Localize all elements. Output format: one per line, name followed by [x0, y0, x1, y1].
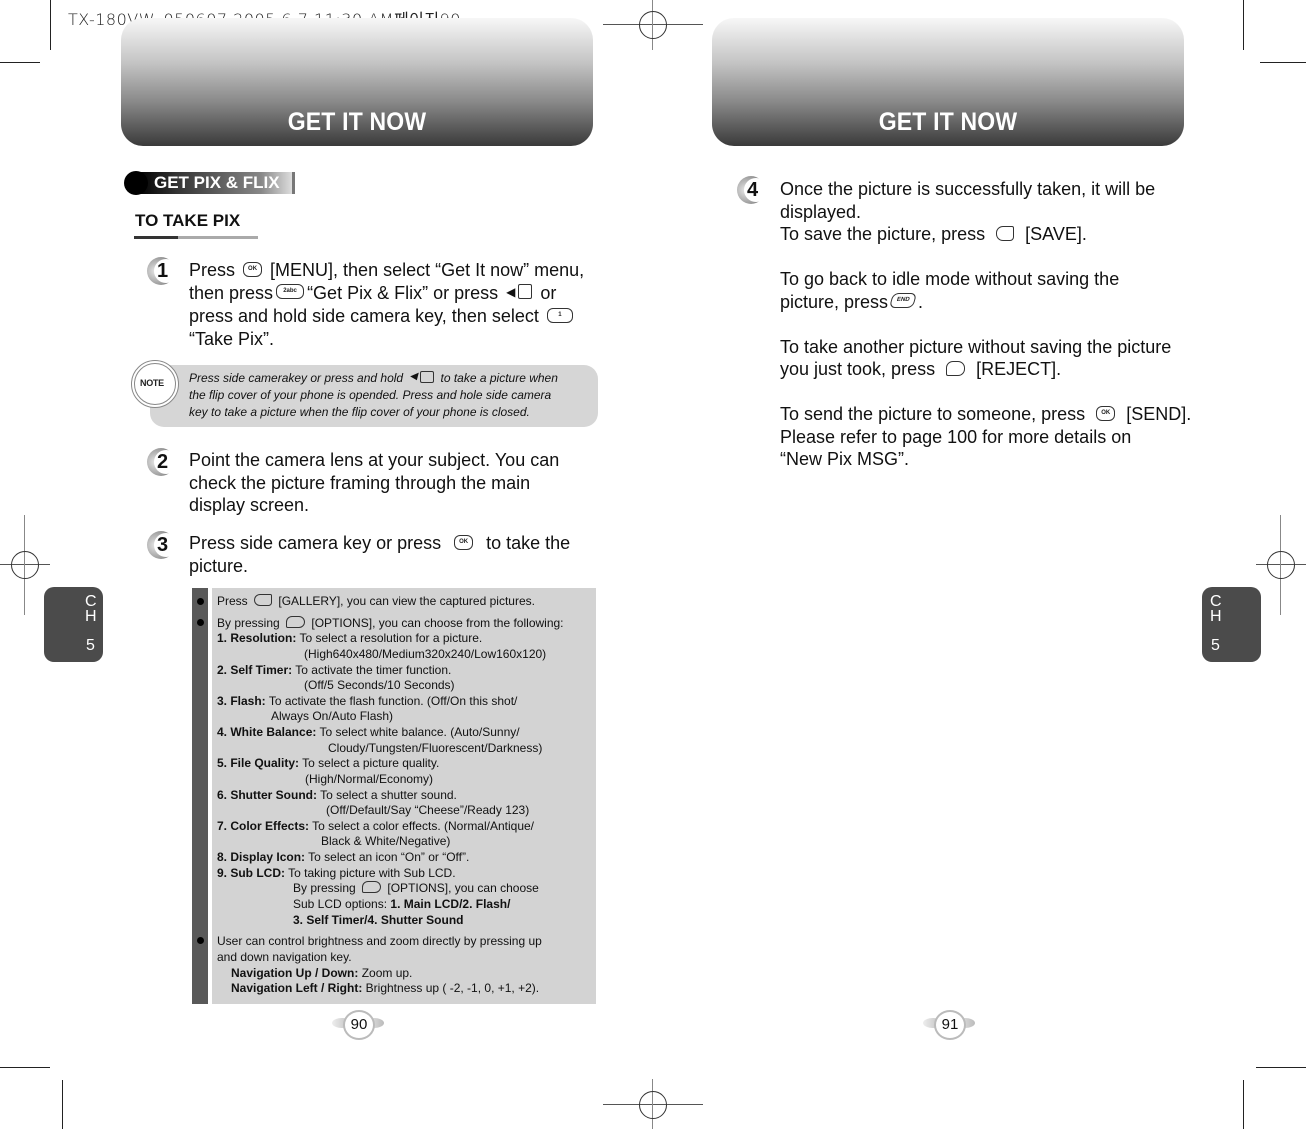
- step-3-number: 3: [147, 531, 178, 559]
- end-key-icon: END: [889, 293, 918, 309]
- option-display-icon: 8. Display Icon: To select an icon “On” …: [217, 850, 470, 864]
- subsection-underline: [134, 236, 258, 239]
- section-heading: GET PIX & FLIX: [124, 171, 295, 195]
- subsection-title: TO TAKE PIX: [135, 211, 241, 230]
- step-2-line-2: check the picture framing through the ma…: [189, 472, 531, 493]
- section-title: GET PIX & FLIX: [154, 173, 280, 192]
- right-softkey-icon: [946, 360, 966, 376]
- note-icon: NOTE: [131, 360, 179, 408]
- ok-key-icon: OK: [454, 534, 474, 550]
- option-flash-detail: Always On/Auto Flash): [271, 709, 394, 723]
- step-2-line-3: display screen.: [189, 495, 310, 515]
- step-4-text: Once the picture is successfully taken, …: [780, 178, 1220, 471]
- send-instruction: To send the picture to someone, press OK…: [780, 404, 1192, 424]
- sub-lcd-line-2: Sub LCD options: 1. Main LCD/2. Flash/: [293, 897, 511, 911]
- navigation-up-down: Navigation Up / Down: Zoom up.: [231, 966, 413, 980]
- step-3-text: Press side camera key or press OK to tak…: [189, 532, 609, 577]
- options-intro-line: By pressing [OPTIONS], you can choose fr…: [217, 615, 564, 630]
- crop-mark: [50, 0, 51, 50]
- bullet-icon: [197, 937, 204, 944]
- option-shutter-sound-detail: (Off/Default/Say “Cheese”/Ready 123): [326, 803, 530, 817]
- option-color-effects: 7. Color Effects: To select a color effe…: [217, 819, 535, 833]
- step-3-line-1: Press side camera key or press OK to tak…: [189, 533, 571, 553]
- left-softkey-icon: [254, 593, 273, 606]
- crop-mark: [0, 62, 40, 63]
- step-2-text: Point the camera lens at your subject. Y…: [189, 449, 609, 517]
- bullet-icon: [197, 619, 204, 626]
- left-softkey-icon: [996, 225, 1015, 241]
- left-banner-title: GET IT NOW: [287, 108, 427, 136]
- gallery-line: Press [GALLERY], you can view the captur…: [217, 593, 535, 608]
- crop-mark: [1256, 1067, 1306, 1068]
- option-resolution-detail: (High640x480/Medium320x240/Low160x120): [304, 647, 547, 661]
- right-softkey-icon: [286, 615, 306, 628]
- navigation-line-2: and down navigation key.: [217, 950, 352, 964]
- ok-key-icon: OK: [243, 261, 263, 277]
- sub-lcd-line-3: 3. Self Timer/4. Shutter Sound: [293, 913, 464, 927]
- option-file-quality-detail: (High/Normal/Economy): [305, 772, 434, 786]
- step-1-line-3: press and hold side camera key, then sel…: [189, 305, 609, 328]
- crop-mark: [1243, 0, 1244, 50]
- 1-key-icon: 1: [546, 307, 573, 323]
- option-flash: 3. Flash: To activate the flash function…: [217, 694, 518, 708]
- option-white-balance: 4. White Balance: To select white balanc…: [217, 725, 520, 739]
- step-2-number: 2: [147, 448, 178, 476]
- right-header-banner: GET IT NOW: [712, 18, 1184, 146]
- refer-line-2: “New Pix MSG”.: [780, 449, 910, 469]
- refer-line-1: Please refer to page 100 for more detail…: [780, 426, 1132, 447]
- step-4-line-1: Once the picture is successfully taken, …: [780, 179, 1156, 199]
- camera-key-icon: [420, 370, 435, 383]
- step-2-line-1: Point the camera lens at your subject. Y…: [189, 450, 560, 470]
- crop-mark: [1260, 62, 1306, 63]
- note-line-1: Press side camerakey or press and hold ◀…: [189, 370, 558, 385]
- idle-instruction-line-1: To go back to idle mode without saving t…: [780, 269, 1120, 289]
- reject-instruction-line-2: you just took, press [REJECT].: [780, 359, 1062, 379]
- right-banner-title: GET IT NOW: [878, 108, 1018, 136]
- left-arrow-icon: ◀: [409, 370, 418, 382]
- note-line-2: the flip cover of your phone is opended.…: [189, 388, 552, 403]
- option-file-quality: 5. File Quality: To select a picture qua…: [217, 756, 440, 770]
- camera-key-icon: [518, 284, 533, 300]
- reject-instruction-line-1: To take another picture without saving t…: [780, 336, 1172, 357]
- left-arrow-icon: ◀: [506, 284, 516, 299]
- option-self-timer: 2. Self Timer: To activate the timer fun…: [217, 663, 452, 677]
- note-line-3: key to take a picture when the flip cove…: [189, 404, 530, 419]
- 2abc-key-icon: 2abc: [276, 284, 305, 300]
- step-4-line-2: displayed.: [780, 201, 862, 222]
- bullet-icon: [197, 598, 204, 605]
- option-shutter-sound: 6. Shutter Sound: To select a shutter so…: [217, 788, 457, 802]
- left-header-banner: GET IT NOW: [121, 18, 593, 146]
- crop-mark: [1243, 1080, 1244, 1129]
- note-text: Press side camerakey or press and hold ◀…: [189, 370, 597, 420]
- step-1-number: 1: [147, 257, 178, 285]
- navigation-left-right: Navigation Left / Right: Brightness up (…: [231, 981, 540, 995]
- step-1-line-2: then press 2abc “Get Pix & Flix” or press …: [189, 282, 557, 303]
- step-1-line-1: Press OK [MENU], then select “Get It now…: [189, 260, 585, 280]
- left-page-number: 90: [343, 1010, 375, 1040]
- sub-lcd-line-1: By pressing [OPTIONS], you can choose: [293, 880, 539, 895]
- left-chapter-tab: C H 5: [44, 587, 103, 662]
- right-softkey-icon: [362, 880, 382, 893]
- step-3-line-2: picture.: [189, 555, 249, 576]
- step-1-text: Press OK [MENU], then select “Get It now…: [189, 259, 609, 350]
- crop-mark: [0, 1067, 50, 1068]
- idle-instruction-line-2: picture, press END.: [780, 291, 924, 312]
- right-chapter-tab: C H 5: [1202, 587, 1261, 662]
- option-white-balance-detail: Cloudy/Tungsten/Fluorescent/Darkness): [328, 741, 543, 755]
- option-sub-lcd: 9. Sub LCD: To taking picture with Sub L…: [217, 866, 456, 880]
- ok-key-icon: OK: [1096, 405, 1116, 421]
- step-1-line-4: “Take Pix”.: [189, 328, 275, 349]
- step-4-number: 4: [737, 176, 768, 204]
- option-resolution: 1. Resolution: To select a resolution fo…: [217, 631, 483, 645]
- option-color-effects-detail: Black & White/Negative): [321, 834, 451, 848]
- section-heading-dot: [124, 171, 148, 195]
- option-self-timer-detail: (Off/5 Seconds/10 Seconds): [304, 678, 455, 692]
- save-instruction: To save the picture, press [SAVE].: [780, 224, 1087, 244]
- navigation-line-1: User can control brightness and zoom dir…: [217, 934, 542, 948]
- crop-mark: [62, 1080, 63, 1129]
- right-page-number: 91: [934, 1010, 966, 1040]
